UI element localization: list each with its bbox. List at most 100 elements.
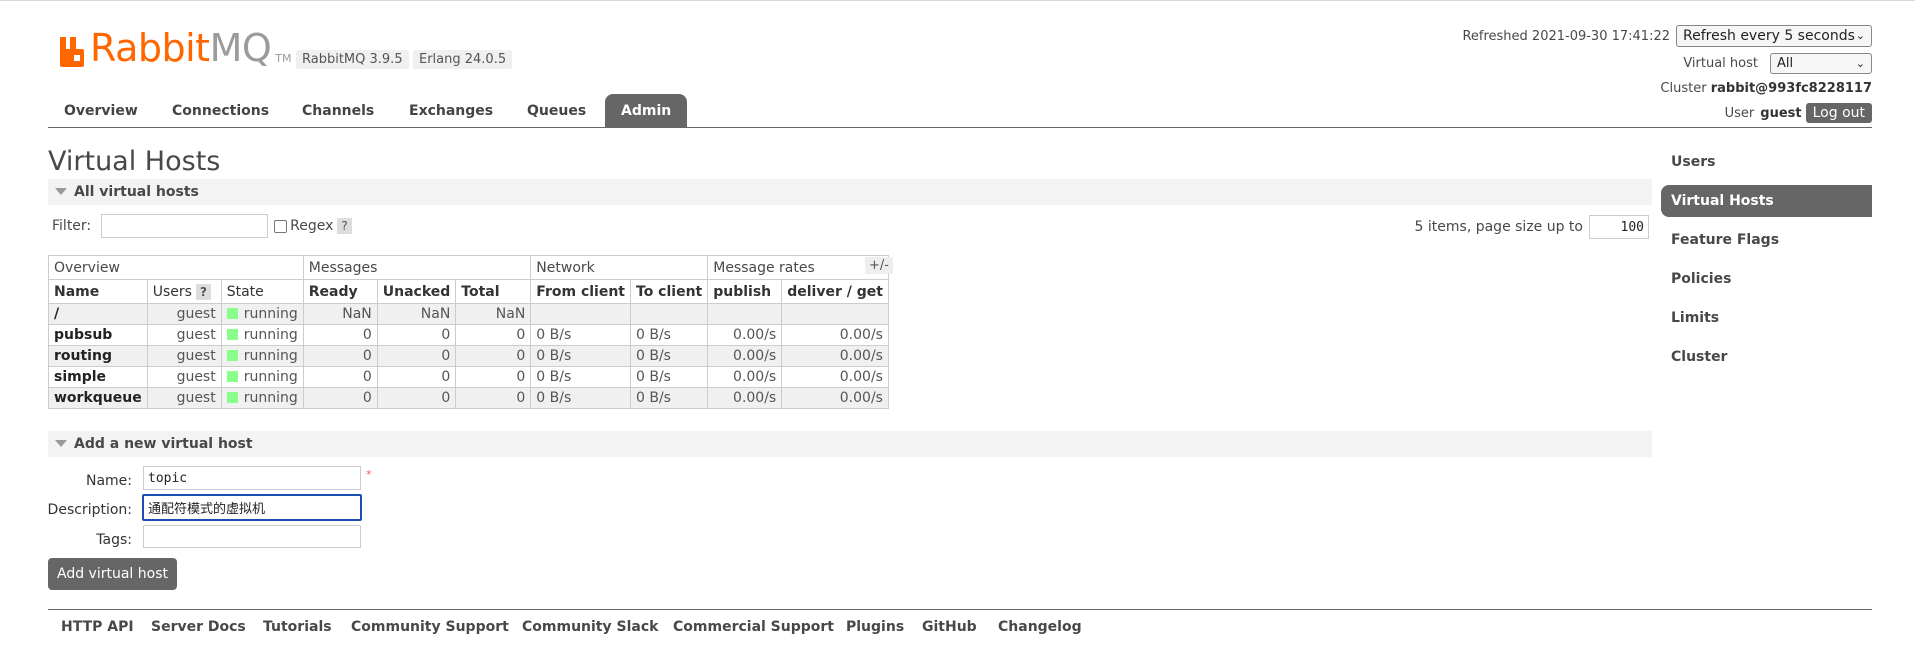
vhost-users: guest — [146, 387, 222, 409]
tab-channels[interactable]: Channels — [286, 94, 390, 127]
vhost-unacked: 0 — [376, 387, 457, 409]
vhost-description-input[interactable] — [142, 494, 362, 521]
admin-sidebar: Users Virtual Hosts Feature Flags Polici… — [1661, 146, 1872, 380]
vhost-state: running — [220, 345, 304, 367]
filter-input[interactable] — [101, 214, 269, 238]
footer-link-github[interactable]: GitHub — [922, 619, 977, 635]
vhost-total: 0 — [455, 387, 532, 409]
footer-link-server-docs[interactable]: Server Docs — [151, 619, 246, 635]
sidebar-item-limits[interactable]: Limits — [1661, 302, 1872, 334]
running-status-icon — [226, 350, 238, 361]
column-options-button[interactable]: +/- — [865, 257, 893, 274]
vhost-name-link[interactable]: / — [48, 303, 148, 325]
collapse-triangle-icon — [55, 188, 67, 195]
users-help-button[interactable]: ? — [195, 283, 211, 300]
col-name[interactable]: Name — [48, 279, 148, 304]
table-row[interactable]: workqueue guest running 0 0 0 0 B/s 0 B/… — [48, 387, 889, 409]
footer-link-changelog[interactable]: Changelog — [998, 619, 1082, 635]
regex-help-button[interactable]: ? — [337, 218, 352, 234]
col-from-client[interactable]: From client — [530, 279, 631, 304]
col-users[interactable]: Users? — [146, 279, 222, 304]
erlang-version-badge: Erlang 24.0.5 — [413, 50, 513, 69]
vhost-state: running — [220, 324, 304, 346]
add-virtual-host-button[interactable]: Add virtual host — [48, 558, 177, 590]
col-deliver-get[interactable]: deliver / get — [781, 279, 889, 304]
running-status-icon — [226, 392, 238, 403]
table-row[interactable]: pubsub guest running 0 0 0 0 B/s 0 B/s 0… — [48, 324, 889, 346]
col-to-client[interactable]: To client — [629, 279, 709, 304]
footer-link-commercial-support[interactable]: Commercial Support — [673, 619, 834, 635]
vhost-publish-rate — [707, 303, 783, 325]
vhost-ready: 0 — [302, 366, 378, 388]
vhost-ready: 0 — [302, 345, 378, 367]
vhost-deliver-rate — [781, 303, 889, 325]
vhost-publish-rate: 0.00/s — [707, 345, 783, 367]
vhost-name-link[interactable]: routing — [48, 345, 148, 367]
pager-text: 5 items, page size up to — [1414, 219, 1583, 235]
tab-exchanges[interactable]: Exchanges — [393, 94, 509, 127]
col-unacked[interactable]: Unacked — [376, 279, 457, 304]
vhost-name-input[interactable] — [143, 466, 361, 490]
tab-connections[interactable]: Connections — [156, 94, 285, 127]
table-row[interactable]: / guest running NaN NaN NaN — [48, 303, 889, 325]
top-border — [0, 0, 1915, 4]
vhost-ready: 0 — [302, 324, 378, 346]
virtual-hosts-table: Overview Messages Network Message rates … — [48, 255, 889, 409]
vhost-state: running — [220, 387, 304, 409]
vhost-select[interactable]: All ⌄ — [1770, 53, 1872, 74]
table-column-header: Name Users? State Ready Unacked Total Fr… — [48, 279, 889, 304]
table-row[interactable]: simple guest running 0 0 0 0 B/s 0 B/s 0… — [48, 366, 889, 388]
section-all-virtual-hosts[interactable]: All virtual hosts — [48, 179, 1652, 205]
state-text: running — [243, 390, 298, 406]
vhost-name-link[interactable]: simple — [48, 366, 148, 388]
group-messages: Messages — [302, 255, 532, 280]
description-label: Description: — [47, 502, 132, 518]
vhost-total: 0 — [455, 324, 532, 346]
col-total[interactable]: Total — [455, 279, 532, 304]
regex-checkbox[interactable] — [274, 219, 288, 233]
vhost-from-client: 0 B/s — [530, 387, 631, 409]
state-text: running — [243, 369, 298, 385]
vhost-total: NaN — [455, 303, 532, 325]
footer-link-plugins[interactable]: Plugins — [846, 619, 904, 635]
vhost-deliver-rate: 0.00/s — [781, 387, 889, 409]
sidebar-item-feature-flags[interactable]: Feature Flags — [1661, 224, 1872, 256]
rabbit-logo-icon — [60, 37, 84, 67]
name-label: Name: — [85, 473, 132, 489]
section-title: Add a new virtual host — [74, 436, 253, 452]
footer-link-community-support[interactable]: Community Support — [351, 619, 509, 635]
tab-overview[interactable]: Overview — [48, 94, 154, 127]
vhost-unacked: NaN — [376, 303, 457, 325]
vhost-ready: NaN — [302, 303, 378, 325]
tab-queues[interactable]: Queues — [511, 94, 602, 127]
vhost-ready: 0 — [302, 387, 378, 409]
footer-link-community-slack[interactable]: Community Slack — [522, 619, 658, 635]
section-add-virtual-host[interactable]: Add a new virtual host — [48, 431, 1652, 457]
vhost-users: guest — [146, 303, 222, 325]
page-size-input[interactable] — [1589, 215, 1649, 239]
rabbitmq-logo[interactable]: RabbitMQ TM — [58, 29, 291, 67]
col-publish[interactable]: publish — [707, 279, 783, 304]
table-group-header: Overview Messages Network Message rates — [48, 255, 889, 280]
tab-admin[interactable]: Admin — [605, 94, 688, 127]
table-row[interactable]: routing guest running 0 0 0 0 B/s 0 B/s … — [48, 345, 889, 367]
vhost-to-client: 0 B/s — [629, 387, 709, 409]
running-status-icon — [226, 329, 238, 340]
sidebar-item-virtual-hosts[interactable]: Virtual Hosts — [1661, 185, 1872, 217]
refreshed-timestamp: Refreshed 2021-09-30 17:41:22 — [1462, 28, 1670, 44]
sidebar-item-policies[interactable]: Policies — [1661, 263, 1872, 295]
footer-link-tutorials[interactable]: Tutorials — [263, 619, 332, 635]
sidebar-item-users[interactable]: Users — [1661, 146, 1872, 178]
footer-link-http-api[interactable]: HTTP API — [61, 619, 134, 635]
group-message-rates: Message rates — [707, 255, 889, 280]
col-ready[interactable]: Ready — [302, 279, 378, 304]
group-overview: Overview — [48, 255, 304, 280]
vhost-tags-input[interactable] — [143, 525, 361, 548]
refresh-interval-select[interactable]: Refresh every 5 seconds ⌄ — [1676, 25, 1872, 47]
col-state[interactable]: State — [220, 279, 304, 304]
sidebar-item-cluster[interactable]: Cluster — [1661, 341, 1872, 373]
logo-trademark: TM — [275, 52, 292, 65]
vhost-name-link[interactable]: workqueue — [48, 387, 148, 409]
vhost-name-link[interactable]: pubsub — [48, 324, 148, 346]
vhost-from-client: 0 B/s — [530, 324, 631, 346]
